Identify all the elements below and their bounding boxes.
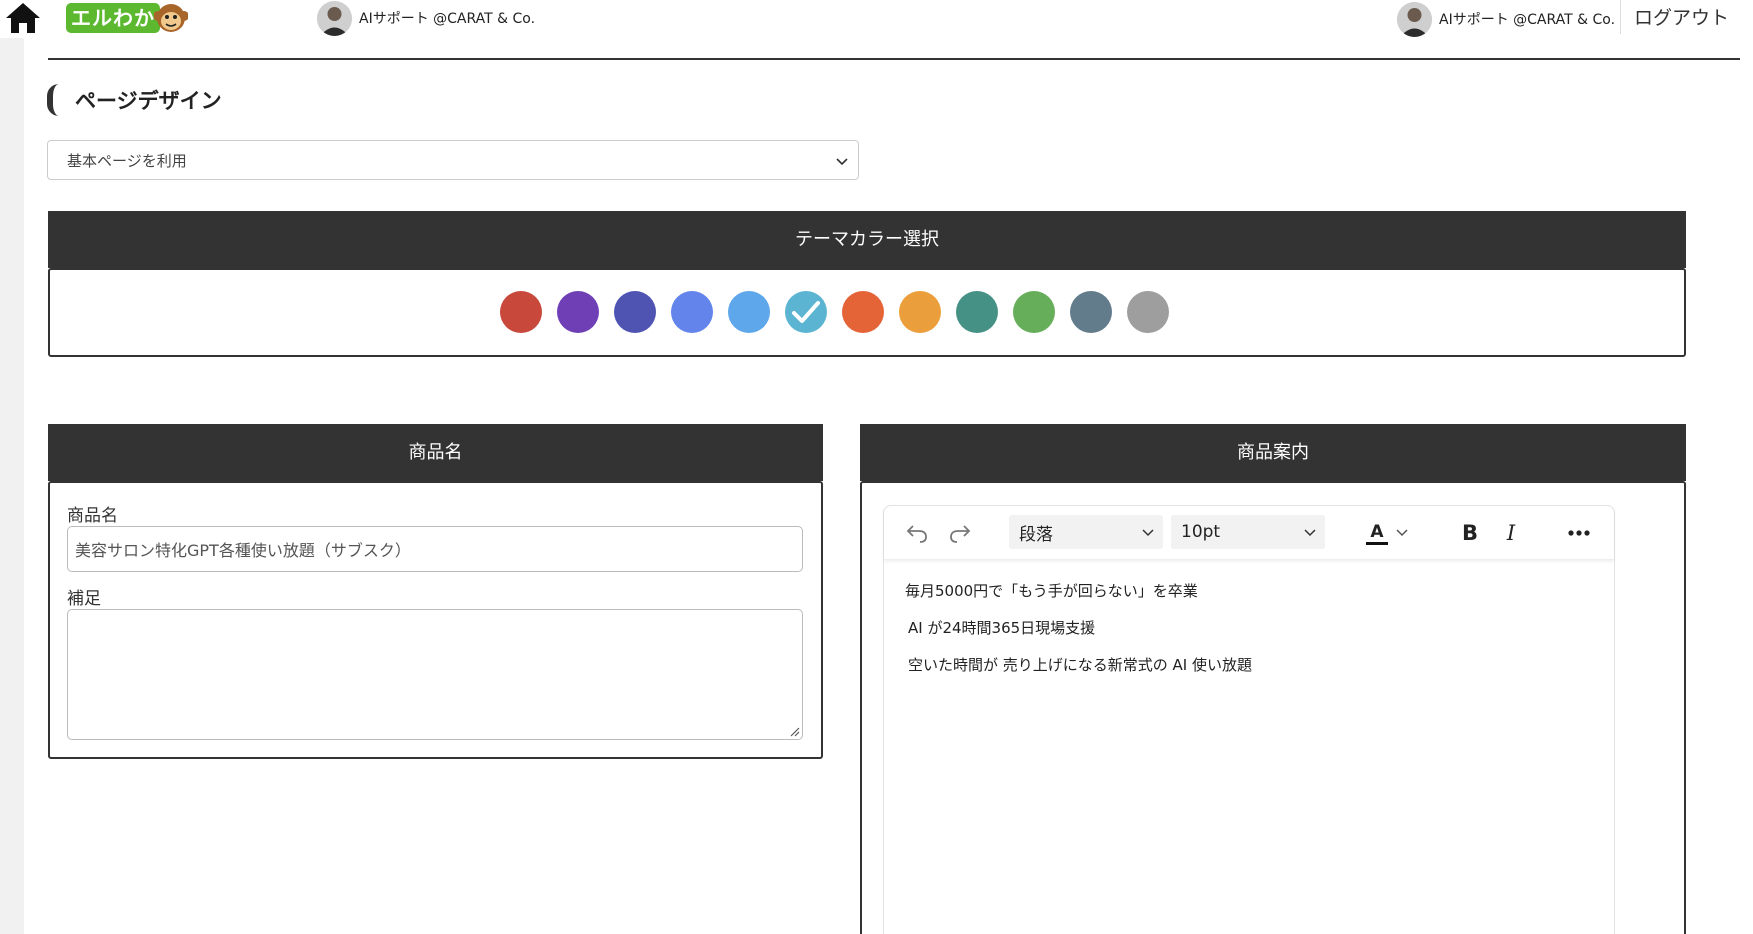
page-design-select[interactable]: 基本ページを利用 bbox=[47, 140, 859, 180]
product-name-value: 美容サロン特化GPT各種使い放題（サブスク） bbox=[75, 541, 411, 560]
font-color-button[interactable]: A bbox=[1364, 518, 1390, 548]
editor-paragraph: AI が24時間365日現場支援 bbox=[908, 619, 1096, 637]
monkey-mascot-icon bbox=[153, 1, 189, 35]
color-swatch[interactable] bbox=[557, 291, 599, 333]
color-swatch-selected[interactable] bbox=[785, 291, 827, 333]
left-gutter bbox=[0, 38, 24, 934]
top-bar: エルわか AIサポート @CARAT & Co. AIサポート @CARAT &… bbox=[0, 0, 1753, 38]
font-size-select[interactable]: 10pt bbox=[1171, 515, 1325, 549]
color-swatch[interactable] bbox=[1013, 291, 1055, 333]
italic-button[interactable]: I bbox=[1498, 519, 1524, 547]
color-swatch[interactable] bbox=[956, 291, 998, 333]
font-size-value: 10pt bbox=[1181, 522, 1221, 542]
chevron-down-icon bbox=[1304, 529, 1316, 537]
home-icon[interactable] bbox=[4, 1, 42, 35]
color-swatch[interactable] bbox=[614, 291, 656, 333]
color-swatch[interactable] bbox=[1127, 291, 1169, 333]
app-logo[interactable]: エルわか bbox=[66, 1, 190, 35]
color-swatch[interactable] bbox=[842, 291, 884, 333]
logout-button[interactable]: ログアウト bbox=[1634, 3, 1729, 30]
font-color-glyph: A bbox=[1370, 521, 1384, 542]
avatar bbox=[317, 0, 352, 36]
color-swatch[interactable] bbox=[500, 291, 542, 333]
account-menu-center[interactable]: AIサポート @CARAT & Co. bbox=[317, 0, 535, 36]
product-name-input[interactable]: 美容サロン特化GPT各種使い放題（サブスク） bbox=[67, 526, 803, 572]
color-swatch[interactable] bbox=[671, 291, 713, 333]
avatar bbox=[1397, 1, 1432, 37]
rich-text-editor[interactable]: 段落 10pt A B I 毎月5000円で「もう手が回らない」を卒業 AI が… bbox=[883, 505, 1615, 934]
page-design-select-value: 基本ページを利用 bbox=[67, 151, 187, 170]
section-bracket-icon bbox=[47, 84, 61, 116]
header-divider bbox=[48, 58, 1740, 60]
product-name-header: 商品名 bbox=[48, 424, 823, 481]
color-swatch[interactable] bbox=[1070, 291, 1112, 333]
chevron-down-icon bbox=[836, 158, 848, 166]
section-title: ページデザイン bbox=[47, 84, 222, 116]
chevron-down-icon[interactable] bbox=[1394, 524, 1410, 540]
redo-icon[interactable] bbox=[947, 520, 973, 546]
editor-toolbar: 段落 10pt A B I bbox=[884, 506, 1614, 560]
color-swatch[interactable] bbox=[728, 291, 770, 333]
section-title-text: ページデザイン bbox=[75, 89, 222, 113]
logo-text: エルわか bbox=[66, 3, 160, 33]
product-name-label: 商品名 bbox=[67, 506, 118, 526]
account-name: AIサポート @CARAT & Co. bbox=[1439, 12, 1616, 28]
chevron-down-icon bbox=[1142, 529, 1154, 537]
product-info-header: 商品案内 bbox=[860, 424, 1686, 481]
editor-paragraph: 毎月5000円で「もう手が回らない」を卒業 bbox=[905, 582, 1198, 600]
more-options-icon[interactable] bbox=[1564, 519, 1594, 547]
account-name: AIサポート @CARAT & Co. bbox=[359, 11, 536, 27]
theme-color-header: テーマカラー選択 bbox=[48, 211, 1686, 268]
resize-handle-icon[interactable] bbox=[789, 726, 800, 737]
color-swatch[interactable] bbox=[899, 291, 941, 333]
divider bbox=[1620, 0, 1621, 34]
editor-paragraph: 空いた時間が 売り上げになる新常式の AI 使い放題 bbox=[908, 656, 1252, 674]
font-color-swatch bbox=[1366, 541, 1388, 545]
block-format-select[interactable]: 段落 bbox=[1009, 515, 1163, 549]
color-swatches bbox=[500, 291, 1169, 335]
undo-icon[interactable] bbox=[904, 520, 930, 546]
account-menu-right[interactable]: AIサポート @CARAT & Co. bbox=[1397, 1, 1615, 37]
note-textarea[interactable] bbox=[67, 609, 803, 740]
check-icon bbox=[792, 301, 820, 323]
bold-button[interactable]: B bbox=[1457, 519, 1483, 547]
note-label: 補足 bbox=[67, 589, 101, 609]
block-format-value: 段落 bbox=[1019, 524, 1053, 545]
